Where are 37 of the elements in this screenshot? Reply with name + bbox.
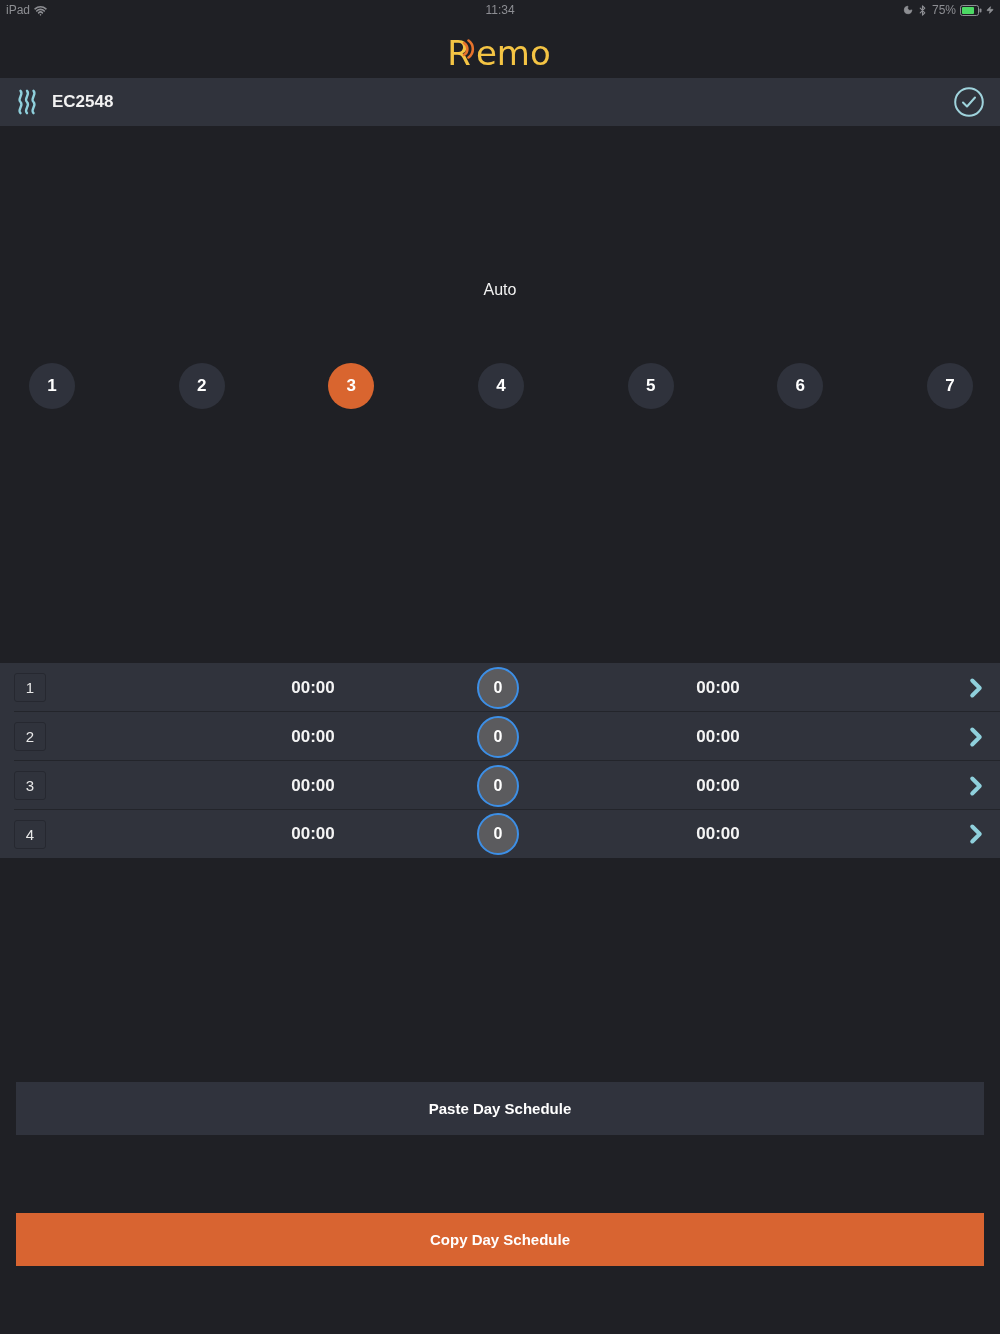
clock-time: 11:34 (485, 3, 515, 17)
day-button[interactable]: 3 (328, 363, 375, 409)
day-button[interactable]: 7 (926, 363, 973, 409)
temperature-value-button[interactable]: 0 (477, 666, 519, 709)
check-circle-icon[interactable] (954, 87, 984, 117)
paste-button[interactable]: Paste Day Schedule (16, 1082, 984, 1135)
device-name: iPad (6, 3, 31, 17)
day-button[interactable]: 5 (627, 363, 674, 409)
period-number: 3 (14, 771, 46, 800)
heat-waves-icon (16, 89, 38, 115)
temperature-value-button[interactable]: 0 (477, 715, 519, 758)
temperature-value-button[interactable]: 0 (477, 764, 519, 807)
moon-icon (902, 5, 913, 15)
charging-bolt-icon (986, 6, 994, 14)
wifi-icon (34, 3, 48, 17)
end-time[interactable]: 00:00 (653, 824, 783, 844)
start-time[interactable]: 00:00 (248, 824, 378, 844)
period-number: 2 (14, 722, 46, 751)
app-logo: Remo (447, 32, 552, 72)
device-id: EC2548 (52, 92, 115, 112)
end-time[interactable]: 00:00 (653, 726, 783, 747)
end-time[interactable]: 00:00 (653, 677, 783, 698)
day-button[interactable]: 4 (477, 363, 524, 409)
start-time[interactable]: 00:00 (248, 726, 378, 747)
battery-icon (960, 4, 982, 16)
end-time[interactable]: 00:00 (653, 775, 783, 796)
day-button[interactable]: 2 (178, 363, 225, 409)
temperature-value-button[interactable]: 0 (477, 813, 519, 855)
mode-label: Auto (483, 280, 517, 300)
day-button[interactable]: 1 (29, 363, 75, 409)
start-time[interactable]: 00:00 (248, 677, 378, 698)
copy-button[interactable]: Copy Day Schedule (16, 1213, 984, 1266)
period-number: 1 (14, 673, 46, 702)
period-number: 4 (14, 819, 46, 849)
battery-percent: 75% (931, 3, 956, 17)
start-time[interactable]: 00:00 (248, 775, 378, 796)
day-button[interactable]: 6 (777, 363, 824, 409)
